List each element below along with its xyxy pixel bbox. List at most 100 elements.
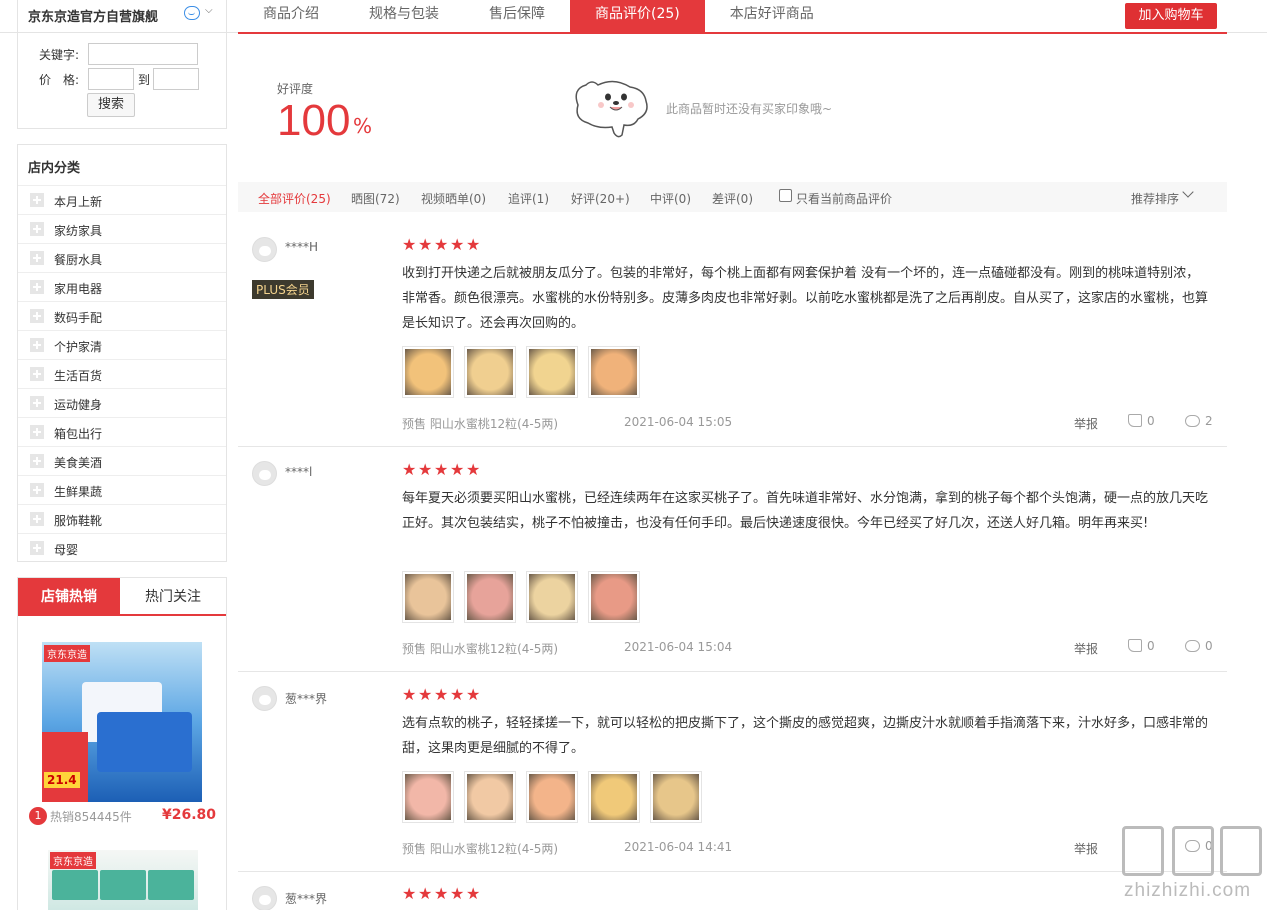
category-item[interactable]: 家用电器 [18, 272, 226, 301]
hot-product-image-2[interactable]: 京东京造 [48, 850, 198, 910]
joy-mascot-icon [575, 80, 648, 138]
review-thumbnail[interactable] [588, 346, 640, 398]
chat-icon[interactable] [184, 6, 200, 20]
star-icon: ★ [418, 884, 433, 903]
star-icon: ★ [402, 235, 417, 254]
sort-dropdown[interactable]: 推荐排序 [1131, 190, 1179, 207]
review-thumbnail[interactable] [464, 571, 516, 623]
plus-icon[interactable] [30, 251, 44, 265]
review-thumbnail[interactable] [526, 771, 578, 823]
tab-shop-hot-sales[interactable]: 店铺热销 [18, 578, 120, 616]
category-item[interactable]: 美食美酒 [18, 446, 226, 475]
category-item[interactable]: 箱包出行 [18, 417, 226, 446]
report-link[interactable]: 举报 [1074, 640, 1098, 657]
peach-photo [405, 349, 451, 395]
peach-photo [529, 574, 575, 620]
plus-icon[interactable] [30, 512, 44, 526]
plus-icon[interactable] [30, 396, 44, 410]
tab-reviews[interactable]: 商品评价(25) [570, 0, 705, 33]
plus-icon[interactable] [30, 222, 44, 236]
report-link[interactable]: 举报 [1074, 840, 1098, 857]
review-thumbnail[interactable] [464, 771, 516, 823]
star-icon: ★ [450, 235, 465, 254]
review-thumbnail[interactable] [588, 571, 640, 623]
category-item[interactable]: 个护家清 [18, 330, 226, 359]
filter-video[interactable]: 视频晒单(0) [421, 190, 486, 207]
filter-negative[interactable]: 差评(0) [712, 190, 753, 207]
plus-icon[interactable] [30, 367, 44, 381]
product-spec: 预售 阳山水蜜桃12粒(4-5两) [402, 842, 559, 856]
filter-with-images[interactable]: 晒图(72) [351, 190, 400, 207]
reply-button[interactable]: 0 [1185, 639, 1213, 653]
review-thumbnail[interactable] [588, 771, 640, 823]
review-thumbnail[interactable] [464, 346, 516, 398]
reply-button[interactable]: 2 [1185, 414, 1213, 428]
hot-product-image-1[interactable]: 京东京造 21.4 [42, 642, 202, 802]
comment-icon [1185, 415, 1200, 427]
star-icon: ★ [402, 884, 417, 903]
star-icon: ★ [466, 884, 481, 903]
like-button[interactable]: 0 [1128, 639, 1155, 653]
user-name: 葱***界 [285, 692, 328, 706]
star-icon: ★ [434, 460, 449, 479]
filter-positive[interactable]: 好评(20+) [571, 190, 630, 207]
filter-all[interactable]: 全部评价(25) [258, 190, 331, 207]
only-current-label[interactable]: 只看当前商品评价 [796, 190, 892, 207]
plus-icon[interactable] [30, 280, 44, 294]
review-thumbnail[interactable] [402, 571, 454, 623]
add-to-cart-button[interactable]: 加入购物车 [1125, 3, 1217, 29]
category-item[interactable]: 生活百货 [18, 359, 226, 388]
category-item[interactable]: 数码手配 [18, 301, 226, 330]
user-name: 葱***界 [285, 892, 328, 906]
review-thumbnail[interactable] [526, 346, 578, 398]
category-item[interactable]: 本月上新 [18, 185, 226, 214]
tab-hot-follow[interactable]: 热门关注 [120, 578, 226, 616]
rating-value: 100 [277, 96, 351, 145]
review-images [402, 346, 640, 398]
star-rating: ★ ★ ★ ★ ★ [402, 235, 481, 254]
category-item[interactable]: 家纺家具 [18, 214, 226, 243]
chevron-down-icon[interactable]: ⌵ [205, 5, 213, 16]
plus-icon[interactable] [30, 454, 44, 468]
category-item[interactable]: 运动健身 [18, 388, 226, 417]
tab-shop-top-rated[interactable]: 本店好评商品 [705, 0, 839, 33]
review-thumbnail[interactable] [402, 346, 454, 398]
search-button[interactable]: 搜索 [87, 93, 135, 117]
plus-icon[interactable] [30, 338, 44, 352]
keyword-input[interactable] [88, 43, 198, 65]
like-button[interactable]: 0 [1128, 414, 1155, 428]
filter-follow-up[interactable]: 追评(1) [508, 190, 549, 207]
tab-specs[interactable]: 规格与包装 [344, 0, 464, 33]
price-label: 价 格: [39, 73, 80, 87]
hot-product-price[interactable]: ¥26.80 [162, 807, 216, 823]
chevron-down-icon[interactable] [1182, 186, 1194, 198]
price-min-input[interactable] [88, 68, 134, 90]
price-max-input[interactable] [153, 68, 199, 90]
plus-icon[interactable] [30, 193, 44, 207]
plus-icon[interactable] [30, 541, 44, 555]
category-item[interactable]: 餐厨水具 [18, 243, 226, 272]
star-icon: ★ [418, 460, 433, 479]
star-rating: ★ ★ ★ ★ ★ [402, 884, 481, 903]
plus-icon[interactable] [30, 309, 44, 323]
like-count: 0 [1147, 414, 1155, 428]
tab-product-intro[interactable]: 商品介绍 [238, 0, 344, 33]
review-thumbnail[interactable] [402, 771, 454, 823]
peach-photo [529, 774, 575, 820]
shop-name[interactable]: 京东京造官方自营旗舰 [28, 6, 158, 25]
peach-photo [467, 349, 513, 395]
tab-after-sales[interactable]: 售后保障 [464, 0, 570, 33]
plus-icon[interactable] [30, 425, 44, 439]
category-item[interactable]: 服饰鞋靴 [18, 504, 226, 533]
report-link[interactable]: 举报 [1074, 415, 1098, 432]
plus-icon[interactable] [30, 483, 44, 497]
filter-neutral[interactable]: 中评(0) [650, 190, 691, 207]
category-item[interactable]: 母婴 [18, 533, 226, 562]
watermark-text: zhizhizhi.com [1124, 880, 1252, 901]
star-rating: ★ ★ ★ ★ ★ [402, 687, 481, 703]
keyword-label: 关键字: [39, 48, 80, 62]
review-thumbnail[interactable] [650, 771, 702, 823]
review-thumbnail[interactable] [526, 571, 578, 623]
category-item[interactable]: 生鲜果蔬 [18, 475, 226, 504]
only-current-checkbox[interactable] [779, 189, 792, 202]
